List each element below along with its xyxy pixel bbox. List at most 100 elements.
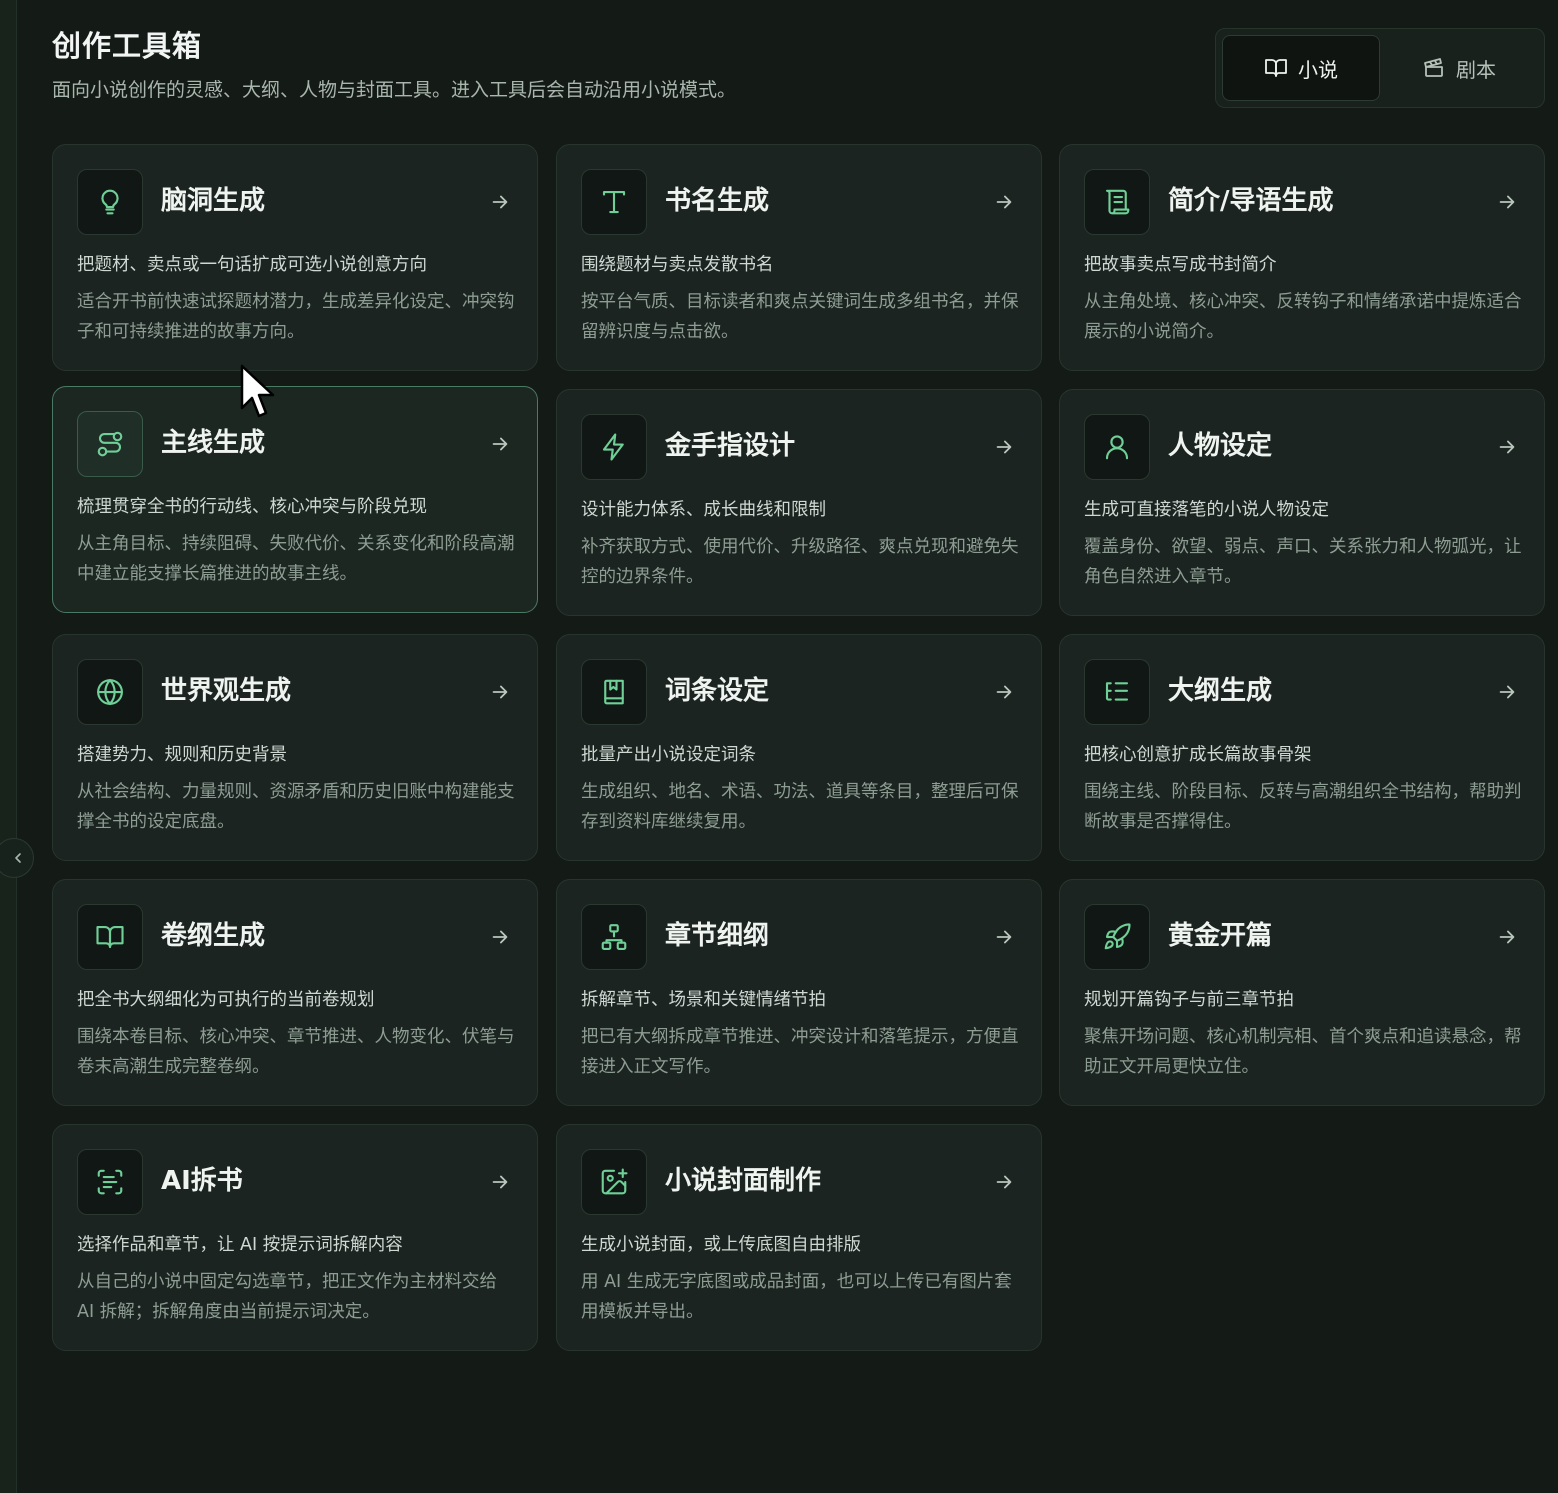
tool-summary: 搭建势力、规则和历史背景 — [77, 745, 287, 765]
tool-icon-box — [581, 1149, 647, 1215]
tool-description: 按平台气质、目标读者和爽点关键词生成多组书名，并保留辨识度与点击欲。 — [581, 292, 1019, 342]
tool-card[interactable]: 简介/导语生成把故事卖点写成书封简介从主角处境、核心冲突、反转钩子和情绪承诺中提… — [1059, 144, 1545, 371]
tool-card[interactable]: 章节细纲拆解章节、场景和关键情绪节拍把已有大纲拆成章节推进、冲突设计和落笔提示，… — [556, 879, 1042, 1106]
tool-summary: 围绕题材与卖点发散书名 — [581, 255, 774, 275]
page-subtitle: 面向小说创作的灵感、大纲、人物与封面工具。进入工具后会自动沿用小说模式。 — [52, 79, 737, 101]
arrow-right-icon — [489, 681, 511, 707]
tool-icon-box — [77, 411, 143, 477]
scan-text-icon — [97, 1169, 123, 1195]
tool-description: 补齐获取方式、使用代价、升级路径、爽点兑现和避免失控的边界条件。 — [581, 537, 1019, 587]
tool-icon-box — [1084, 169, 1150, 235]
type-icon — [602, 190, 626, 214]
tool-summary: 梳理贯穿全书的行动线、核心冲突与阶段兑现 — [77, 497, 427, 517]
list-tree-icon — [1105, 682, 1129, 701]
book-open-icon — [1265, 59, 1287, 77]
open-book-icon — [96, 925, 124, 949]
tool-title: 人物设定 — [1168, 431, 1273, 461]
mode-novel-button[interactable]: 小说 — [1222, 35, 1380, 101]
tool-title: 金手指设计 — [665, 431, 796, 461]
tool-icon-box — [77, 659, 143, 725]
tool-title: 章节细纲 — [665, 921, 770, 951]
scroll-icon — [1105, 189, 1130, 215]
tool-title: 黄金开篇 — [1168, 921, 1273, 951]
mouse-cursor-icon — [240, 364, 275, 418]
tool-icon-box — [581, 904, 647, 970]
tool-icon-box — [77, 1149, 143, 1215]
tool-title: 脑洞生成 — [161, 186, 266, 216]
arrow-right-icon — [1496, 436, 1518, 462]
tool-summary: 规划开篇钩子与前三章节拍 — [1084, 990, 1294, 1010]
tool-card[interactable]: AI拆书 选择作品和章节，让 AI 按提示词拆解内容 从自己的小说中固定勾选章节，把… — [52, 1124, 538, 1351]
arrow-right-icon — [993, 1171, 1015, 1197]
tool-description: 把已有大纲拆成章节推进、冲突设计和落笔提示，方便直接进入正文写作。 — [581, 1027, 1019, 1077]
tool-icon-box — [77, 169, 143, 235]
tool-icon-box — [581, 414, 647, 480]
tool-icon-box — [1084, 904, 1150, 970]
tool-summary: 批量产出小说设定词条 — [581, 745, 756, 765]
hierarchy-icon — [601, 924, 627, 950]
mode-script-label: 剧本 — [1456, 57, 1496, 82]
route-icon — [97, 431, 123, 457]
tool-card[interactable]: 词条设定批量产出小说设定词条生成组织、地名、术语、功法、道具等条目，整理后可保存… — [556, 634, 1042, 861]
tool-card[interactable]: 世界观生成搭建势力、规则和历史背景从社会结构、力量规则、资源矛盾和历史旧账中构建… — [52, 634, 538, 861]
tool-description: 从社会结构、力量规则、资源矛盾和历史旧账中构建能支撑全书的设定底盘。 — [77, 782, 515, 832]
rocket-icon — [1104, 923, 1131, 950]
lightning-icon — [602, 433, 624, 461]
tool-icon-box — [1084, 659, 1150, 725]
tool-title: 卷纲生成 — [161, 921, 266, 951]
tool-card[interactable]: 卷纲生成把全书大纲细化为可执行的当前卷规划围绕本卷目标、核心冲突、章节推进、人物… — [52, 879, 538, 1106]
tool-title: 小说封面制作 — [665, 1166, 822, 1196]
arrow-right-icon — [1496, 926, 1518, 952]
tool-title: AI拆书 — [161, 1166, 243, 1196]
tool-title: 词条设定 — [665, 676, 770, 706]
tool-description: 围绕本卷目标、核心冲突、章节推进、人物变化、伏笔与卷末高潮生成完整卷纲。 — [77, 1027, 515, 1077]
tool-card[interactable]: 小说封面制作 生成小说封面，或上传底图自由排版用 AI 生成无字底图或成品封面，也… — [556, 1124, 1042, 1351]
arrow-right-icon — [489, 1171, 511, 1197]
image-plus-icon — [601, 1168, 628, 1195]
sidebar-toggle-button[interactable] — [0, 838, 34, 878]
page-title: 创作工具箱 — [52, 29, 203, 63]
tool-icon-box — [581, 169, 647, 235]
bookmark-book-icon — [604, 679, 624, 705]
tool-title: 世界观生成 — [161, 676, 292, 706]
tool-card[interactable]: 脑洞生成 把题材、卖点或一句话扩成可选小说创意方向 适合开书前快速试探题材潜力，生成… — [52, 144, 538, 371]
arrow-right-icon — [489, 433, 511, 459]
clapperboard-icon — [1424, 58, 1443, 77]
tool-description: 聚焦开场问题、核心机制亮相、首个爽点和追读悬念，帮助正文开局更快立住。 — [1084, 1027, 1522, 1077]
arrow-right-icon — [1496, 191, 1518, 217]
mode-novel-label: 小说 — [1298, 57, 1338, 82]
arrow-right-icon — [489, 926, 511, 952]
tool-title: 大纲生成 — [1168, 676, 1273, 706]
lightbulb-icon — [101, 189, 119, 215]
tool-icon-box — [581, 659, 647, 725]
tool-card[interactable]: 人物设定 生成可直接落笔的小说人物设定 覆盖身份、欲望、弱点、声口、关系张力和人物弧… — [1059, 389, 1545, 616]
globe-icon — [97, 679, 123, 705]
tool-icon-box — [77, 904, 143, 970]
tool-summary: 把故事卖点写成书封简介 — [1084, 255, 1277, 275]
left-rail — [0, 0, 17, 1493]
tool-title: 书名生成 — [665, 186, 770, 216]
mode-switch: 小说 剧本 — [1215, 28, 1545, 108]
tool-description: 覆盖身份、欲望、弱点、声口、关系张力和人物弧光，让角色自然进入章节。 — [1084, 537, 1522, 587]
tool-card[interactable]: 书名生成围绕题材与卖点发散书名按平台气质、目标读者和爽点关键词生成多组书名，并保… — [556, 144, 1042, 371]
tool-description: 围绕主线、阶段目标、反转与高潮组织全书结构，帮助判断故事是否撑得住。 — [1084, 782, 1522, 832]
arrow-right-icon — [993, 191, 1015, 217]
arrow-right-icon — [993, 681, 1015, 707]
tool-description: 从主角处境、核心冲突、反转钩子和情绪承诺中提炼适合展示的小说简介。 — [1084, 292, 1522, 342]
tool-summary: 拆解章节、场景和关键情绪节拍 — [581, 990, 826, 1010]
tool-description: 适合开书前快速试探题材潜力，生成差异化设定、冲突钩子和可持续推进的故事方向。 — [77, 292, 515, 342]
mode-script-button[interactable]: 剧本 — [1380, 35, 1538, 101]
tool-card[interactable]: 主线生成梳理贯穿全书的行动线、核心冲突与阶段兑现从主角目标、持续阻碍、失败代价、… — [52, 386, 538, 613]
app-root: 创作工具箱 面向小说创作的灵感、大纲、人物与封面工具。进入工具后会自动沿用小说模… — [0, 0, 1558, 1493]
tool-description: 生成组织、地名、术语、功法、道具等条目，整理后可保存到资料库继续复用。 — [581, 782, 1019, 832]
tool-title: 简介/导语生成 — [1168, 186, 1334, 216]
tool-summary: 把全书大纲细化为可执行的当前卷规划 — [77, 990, 375, 1010]
tool-icon-box — [1084, 414, 1150, 480]
tool-card[interactable]: 金手指设计 设计能力体系、成长曲线和限制 补齐获取方式、使用代价、升级路径、爽点兑现… — [556, 389, 1042, 616]
tool-title: 主线生成 — [161, 428, 266, 458]
tool-summary: 把核心创意扩成长篇故事骨架 — [1084, 745, 1312, 765]
tool-card[interactable]: 黄金开篇规划开篇钩子与前三章节拍聚焦开场问题、核心机制亮相、首个爽点和追读悬念，… — [1059, 879, 1545, 1106]
arrow-right-icon — [489, 191, 511, 217]
tool-description: 从主角目标、持续阻碍、失败代价、关系变化和阶段高潮中建立能支撑长篇推进的故事主线… — [77, 534, 515, 584]
tool-card[interactable]: 大纲生成把核心创意扩成长篇故事骨架围绕主线、阶段目标、反转与高潮组织全书结构，帮… — [1059, 634, 1545, 861]
